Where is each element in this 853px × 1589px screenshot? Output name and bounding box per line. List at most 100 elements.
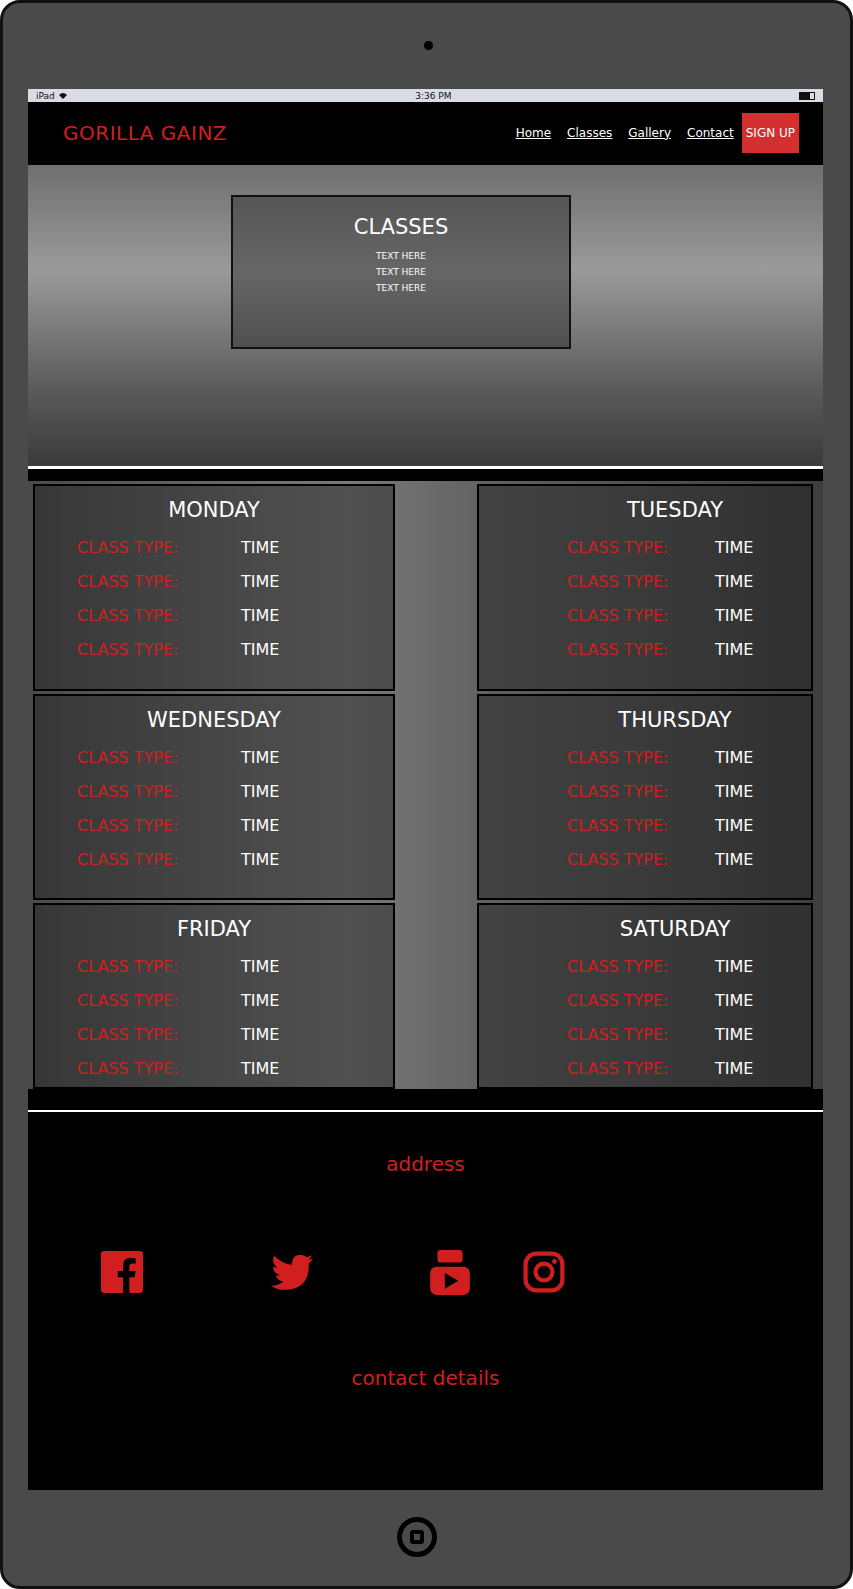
class-type: CLASS TYPE: [77,850,241,869]
day-title: THURSDAY [479,708,811,732]
nav-link[interactable]: Contact [687,126,734,140]
tablet-frame: iPad 3:36 PM GORILLA GAINZ Home Classes Gall… [0,0,853,1589]
class-type: CLASS TYPE: [77,991,241,1010]
class-time: TIME [241,748,393,767]
class-time: TIME [241,572,393,591]
class-type: CLASS TYPE: [77,572,241,591]
class-row[interactable]: CLASS TYPE:TIME [479,534,811,560]
class-time: TIME [241,1025,393,1044]
class-time: TIME [715,572,811,591]
class-row[interactable]: CLASS TYPE:TIME [479,636,811,662]
class-time: TIME [715,640,811,659]
class-type: CLASS TYPE: [77,957,241,976]
battery-icon [799,92,815,100]
class-time: TIME [715,991,811,1010]
class-row[interactable]: CLASS TYPE:TIME [479,1021,811,1047]
class-type: CLASS TYPE: [567,991,715,1010]
sign-up-button[interactable]: SIGN UP [742,113,799,153]
class-type: CLASS TYPE: [567,957,715,976]
class-time: TIME [241,850,393,869]
day-card: THURSDAYCLASS TYPE:TIMECLASS TYPE:TIMECL… [477,694,813,900]
class-row[interactable]: CLASS TYPE:TIME [479,1055,811,1081]
class-row[interactable]: CLASS TYPE:TIME [35,602,393,628]
class-row[interactable]: CLASS TYPE:TIME [479,778,811,804]
class-row[interactable]: CLASS TYPE:TIME [35,778,393,804]
class-type: CLASS TYPE: [77,606,241,625]
class-time: TIME [715,538,811,557]
class-row[interactable]: CLASS TYPE:TIME [479,744,811,770]
hero-card: CLASSESTEXT HERETEXT HERETEXT HERE [231,195,571,349]
class-row[interactable]: CLASS TYPE:TIME [479,568,811,594]
class-time: TIME [715,1059,811,1078]
class-row[interactable]: CLASS TYPE:TIME [35,1055,393,1081]
class-type: CLASS TYPE: [77,640,241,659]
social-links [28,1248,823,1296]
hero-text: TEXT HERE [233,251,569,261]
day-title: FRIDAY [35,917,393,941]
class-row[interactable]: CLASS TYPE:TIME [35,953,393,979]
class-time: TIME [241,782,393,801]
class-row[interactable]: CLASS TYPE:TIME [479,953,811,979]
class-row[interactable]: CLASS TYPE:TIME [479,846,811,872]
class-type: CLASS TYPE: [567,1025,715,1044]
address: address [386,1152,465,1176]
class-row[interactable]: CLASS TYPE:TIME [35,534,393,560]
class-row[interactable]: CLASS TYPE:TIME [35,846,393,872]
class-row[interactable]: CLASS TYPE:TIME [35,568,393,594]
class-row[interactable]: CLASS TYPE:TIME [35,1021,393,1047]
day-card: MONDAYCLASS TYPE:TIMECLASS TYPE:TIMECLAS… [33,484,395,691]
class-type: CLASS TYPE: [77,782,241,801]
instagram-icon[interactable] [523,1251,565,1293]
camera-icon [424,41,433,50]
hero-text: TEXT HERE [233,283,569,293]
nav-link[interactable]: Home [516,126,551,140]
nav-link[interactable]: Classes [567,126,612,140]
status-bar: iPad 3:36 PM [28,89,823,102]
day-card: TUESDAYCLASS TYPE:TIMECLASS TYPE:TIMECLA… [477,484,813,691]
class-time: TIME [241,1059,393,1078]
class-row[interactable]: CLASS TYPE:TIME [479,602,811,628]
class-type: CLASS TYPE: [77,1025,241,1044]
class-type: CLASS TYPE: [77,1059,241,1078]
day-title: MONDAY [35,498,393,522]
class-time: TIME [715,748,811,767]
class-row[interactable]: CLASS TYPE:TIME [35,636,393,662]
day-card: WEDNESDAYCLASS TYPE:TIMECLASS TYPE:TIMEC… [33,694,395,900]
class-row[interactable]: CLASS TYPE:TIME [35,744,393,770]
brand-logo[interactable]: GORILLA GAINZ [63,121,227,145]
class-type: CLASS TYPE: [77,816,241,835]
device-label: iPad [36,91,68,101]
class-time: TIME [241,640,393,659]
class-row[interactable]: CLASS TYPE:TIME [479,987,811,1013]
twitter-icon[interactable] [271,1251,313,1293]
day-title: WEDNESDAY [35,708,393,732]
class-type: CLASS TYPE: [567,748,715,767]
class-time: TIME [241,991,393,1010]
class-time: TIME [241,816,393,835]
class-time: TIME [715,850,811,869]
class-row[interactable]: CLASS TYPE:TIME [35,987,393,1013]
hero-title: CLASSES [233,215,569,239]
screen: iPad 3:36 PM GORILLA GAINZ Home Classes Gall… [28,89,823,1490]
nav-links: Home Classes Gallery Contact SIGN UP [516,113,799,153]
class-type: CLASS TYPE: [567,640,715,659]
contact-details: contact details [352,1366,500,1390]
class-row[interactable]: CLASS TYPE:TIME [479,812,811,838]
class-type: CLASS TYPE: [567,572,715,591]
class-type: CLASS TYPE: [567,782,715,801]
hero-image: CLASSESTEXT HERETEXT HERETEXT HERE [28,165,823,469]
footer: address contact details [28,1110,823,1490]
class-time: TIME [241,957,393,976]
home-button[interactable] [397,1517,437,1557]
day-card: FRIDAYCLASS TYPE:TIMECLASS TYPE:TIMECLAS… [33,903,395,1089]
class-type: CLASS TYPE: [567,816,715,835]
nav-link[interactable]: Gallery [628,126,671,140]
class-schedule: MONDAYCLASS TYPE:TIMECLASS TYPE:TIMECLAS… [28,479,823,1092]
class-row[interactable]: CLASS TYPE:TIME [35,812,393,838]
class-type: CLASS TYPE: [77,748,241,767]
youtube-icon[interactable] [429,1248,471,1296]
facebook-icon[interactable] [101,1251,143,1293]
class-type: CLASS TYPE: [567,606,715,625]
class-type: CLASS TYPE: [77,538,241,557]
class-time: TIME [241,606,393,625]
